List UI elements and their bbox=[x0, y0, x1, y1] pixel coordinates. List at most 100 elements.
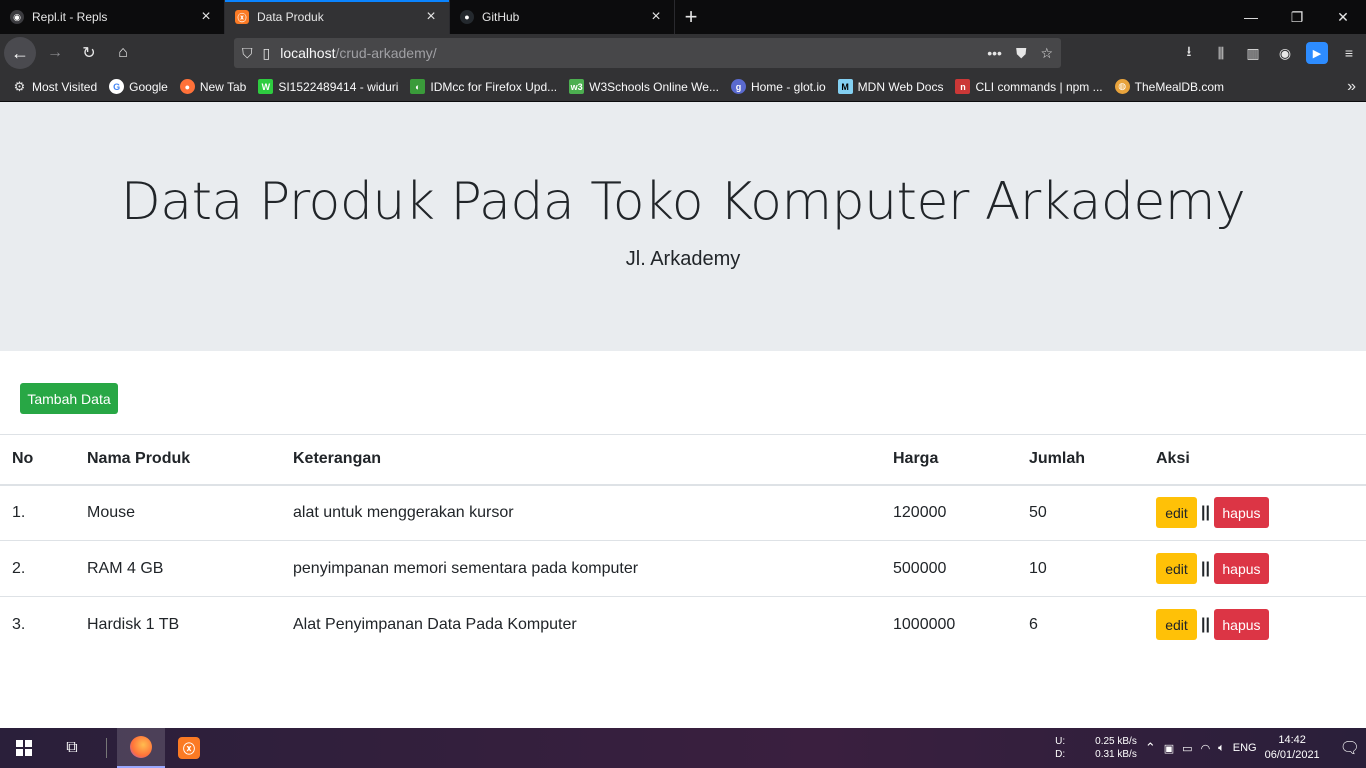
cell-no: 2. bbox=[0, 540, 75, 597]
volume-icon[interactable]: 🔈︎ bbox=[1218, 742, 1225, 755]
task-view-icon[interactable]: ⧉ bbox=[48, 728, 96, 768]
tab-title: GitHub bbox=[482, 10, 520, 24]
notification-icon[interactable]: 🗨︎ bbox=[1340, 738, 1360, 758]
bookmark-glot[interactable]: g Home - glot.io bbox=[730, 79, 826, 94]
npm-icon: n bbox=[955, 79, 971, 94]
forward-button[interactable]: → bbox=[40, 38, 70, 68]
delete-button[interactable]: hapus bbox=[1213, 609, 1269, 641]
edit-button[interactable]: edit bbox=[1156, 553, 1197, 584]
bookmark-npm[interactable]: n CLI commands | npm ... bbox=[955, 79, 1103, 94]
reload-button[interactable]: ↻ bbox=[74, 38, 104, 68]
table-row: 3. Hardisk 1 TB Alat Penyimpanan Data Pa… bbox=[0, 597, 1366, 653]
back-button[interactable]: ← bbox=[4, 37, 36, 69]
zoom-extension-icon[interactable]: ▶ bbox=[1306, 42, 1328, 64]
firefox-taskbar-icon[interactable] bbox=[117, 728, 165, 768]
browser-tab-bar: ◉ Repl.it - Repls × ⓧ Data Produk × ● Gi… bbox=[0, 0, 1366, 34]
page-subtitle: Jl. Arkademy bbox=[625, 248, 741, 270]
bookmark-new-tab[interactable]: ● New Tab bbox=[179, 79, 246, 94]
bookmark-label: SI1522489414 - widuri bbox=[278, 79, 399, 94]
bookmark-label: W3Schools Online We... bbox=[589, 79, 719, 94]
edit-button[interactable]: edit bbox=[1156, 497, 1197, 529]
bookmark-widuri[interactable]: W SI1522489414 - widuri bbox=[258, 79, 398, 94]
tab-title: Repl.it - Repls bbox=[32, 10, 108, 24]
restore-icon[interactable]: ❐ bbox=[1274, 0, 1320, 34]
cell-aksi: edit || hapus bbox=[1144, 484, 1366, 541]
bookmark-mdn[interactable]: M MDN Web Docs bbox=[837, 79, 944, 94]
chevron-up-icon[interactable]: ⌃ bbox=[1145, 740, 1156, 756]
download-icon[interactable]: ⭳ bbox=[1178, 42, 1200, 64]
language-indicator[interactable]: ENG bbox=[1233, 742, 1257, 754]
menu-icon[interactable]: ≡ bbox=[1338, 42, 1360, 64]
url-bar[interactable]: ⛉ ▯ localhost/crud-arkademy/ ••• ⛊ ☆ bbox=[234, 38, 1061, 68]
bookmark-label: IDMcc for Firefox Upd... bbox=[430, 79, 558, 94]
xampp-taskbar-icon[interactable]: ⓧ bbox=[165, 728, 213, 768]
page-title: Data Produk Pada Toko Komputer Arkademy bbox=[120, 172, 1246, 232]
home-button[interactable]: ⌂ bbox=[108, 38, 138, 68]
jumbotron-header: Data Produk Pada Toko Komputer Arkademy … bbox=[0, 102, 1366, 351]
system-clock[interactable]: 14:42 06/01/2021 bbox=[1265, 733, 1320, 763]
minimize-icon[interactable]: — bbox=[1228, 0, 1274, 34]
bookmark-label: MDN Web Docs bbox=[857, 79, 944, 94]
cell-nama-produk: Mouse bbox=[75, 484, 281, 541]
google-icon: G bbox=[109, 79, 125, 94]
cell-keterangan: penyimpanan memori sementara pada komput… bbox=[281, 540, 881, 597]
wifi-icon[interactable]: ◠ bbox=[1201, 742, 1211, 755]
action-separator: || bbox=[1201, 615, 1210, 633]
edit-button[interactable]: edit bbox=[1156, 609, 1197, 641]
cell-aksi: edit || hapus bbox=[1144, 597, 1366, 653]
column-header-harga: Harga bbox=[881, 434, 1017, 486]
url-host: localhost bbox=[280, 45, 336, 61]
close-window-icon[interactable]: ✕ bbox=[1320, 0, 1366, 34]
tab-github[interactable]: ● GitHub × bbox=[450, 0, 675, 34]
account-icon[interactable]: ◉ bbox=[1274, 42, 1296, 64]
sidebar-icon[interactable]: ▥ bbox=[1242, 42, 1264, 64]
page-actions-icon[interactable]: ••• bbox=[987, 45, 1002, 62]
cell-keterangan: alat untuk menggerakan kursor bbox=[281, 484, 881, 541]
network-speed-meter: U: D: 0.25 kB/s 0.31 kB/s bbox=[1055, 735, 1137, 761]
bookmark-google[interactable]: G Google bbox=[109, 79, 168, 94]
delete-button[interactable]: hapus bbox=[1213, 497, 1269, 529]
meet-now-icon[interactable]: ▣ bbox=[1164, 742, 1174, 755]
tab-data-produk[interactable]: ⓧ Data Produk × bbox=[225, 0, 450, 34]
clock-date: 06/01/2021 bbox=[1264, 749, 1320, 761]
mealdb-icon: ◍ bbox=[1114, 79, 1130, 94]
navigation-toolbar: ← → ↻ ⌂ ⛉ ▯ localhost/crud-arkademy/ •••… bbox=[0, 34, 1366, 72]
close-icon[interactable]: × bbox=[648, 9, 664, 25]
column-header-jumlah: Jumlah bbox=[1017, 434, 1144, 486]
battery-icon[interactable]: ▭ bbox=[1182, 742, 1192, 755]
delete-button[interactable]: hapus bbox=[1213, 553, 1269, 584]
bookmark-w3schools[interactable]: w3 W3Schools Online We... bbox=[569, 79, 719, 94]
cell-no: 3. bbox=[12, 615, 26, 633]
close-icon[interactable]: × bbox=[423, 9, 439, 25]
idm-icon: ◐ bbox=[410, 79, 426, 94]
tab-replit[interactable]: ◉ Repl.it - Repls × bbox=[0, 0, 225, 34]
cell-nama-produk: Hardisk 1 TB bbox=[87, 615, 180, 633]
cell-harga: 120000 bbox=[881, 484, 1017, 541]
library-icon[interactable]: ⫼ bbox=[1210, 42, 1232, 64]
widuri-icon: W bbox=[258, 79, 274, 94]
bookmark-most-visited[interactable]: ⚙ Most Visited bbox=[12, 79, 97, 94]
pocket-icon[interactable]: ⛊ bbox=[1016, 45, 1027, 62]
windows-start-icon[interactable] bbox=[0, 728, 48, 768]
add-data-button[interactable]: Tambah Data bbox=[20, 383, 118, 414]
xampp-icon: ⓧ bbox=[235, 10, 249, 24]
url-path: /crud-arkademy/ bbox=[335, 45, 437, 61]
cell-keterangan: Alat Penyimpanan Data Pada Komputer bbox=[293, 615, 577, 633]
bookmark-star-icon[interactable]: ☆ bbox=[1040, 45, 1053, 62]
bookmark-idm[interactable]: ◐ IDMcc for Firefox Upd... bbox=[410, 79, 557, 94]
replit-icon: ◉ bbox=[10, 10, 24, 24]
product-table: No Nama Produk Keterangan Harga Jumlah A… bbox=[0, 434, 1366, 653]
bookmark-mealdb[interactable]: ◍ TheMealDB.com bbox=[1114, 79, 1224, 94]
taskbar-divider bbox=[106, 738, 107, 758]
glot-icon: g bbox=[730, 79, 746, 94]
shield-icon[interactable]: ⛉ bbox=[242, 45, 253, 62]
bookmark-label: CLI commands | npm ... bbox=[975, 79, 1103, 94]
new-tab-button[interactable]: + bbox=[675, 0, 707, 34]
toolbar-right: ⭳ ⫼ ▥ ◉ ▶ ≡ bbox=[1178, 38, 1360, 68]
upload-speed: 0.25 kB/s bbox=[1095, 736, 1137, 747]
column-header-aksi: Aksi bbox=[1144, 434, 1366, 486]
table-row: 1. Mouse alat untuk menggerakan kursor 1… bbox=[0, 484, 1366, 541]
close-icon[interactable]: × bbox=[198, 9, 214, 25]
cell-jumlah: 6 bbox=[1029, 615, 1038, 633]
chevron-right-icon[interactable]: » bbox=[1347, 78, 1356, 96]
